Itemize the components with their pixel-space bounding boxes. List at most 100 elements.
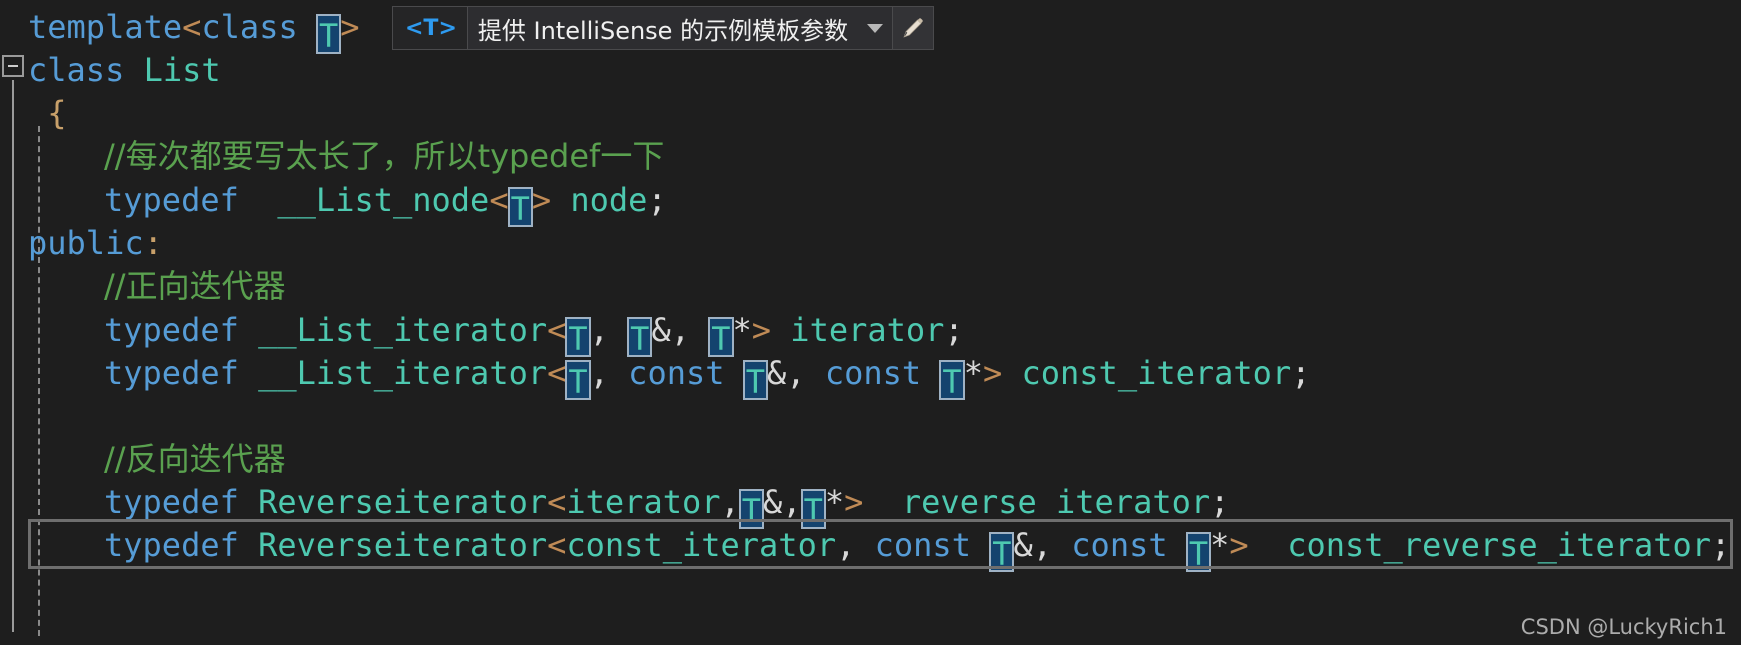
semicolon: ; [944, 311, 964, 349]
keyword-const: const [1071, 526, 1168, 564]
type-list-iterator: __List_iterator [258, 311, 548, 349]
angle-close: > [751, 311, 772, 349]
code-line-typedef-const-reverse-iterator[interactable]: typedef Reverseiterator<const_iterator, … [104, 521, 1731, 573]
angle-close: > [531, 181, 552, 219]
code-line-comment-2[interactable]: //正向迭代器 [104, 262, 286, 310]
colon: : [143, 224, 163, 262]
type-list-node: __List_node [277, 181, 490, 219]
csdn-watermark: CSDN @LuckyRich1 [1520, 615, 1727, 639]
template-param-highlight[interactable]: T [989, 532, 1015, 573]
comma: , [782, 483, 802, 521]
angle-open: < [547, 354, 567, 392]
ampersand: & [1013, 526, 1033, 564]
alias-const-iterator: const_iterator [1021, 354, 1292, 392]
template-param-highlight[interactable]: T [742, 360, 769, 401]
code-line-public[interactable]: public: [28, 219, 163, 267]
comma: , [720, 483, 740, 521]
template-param-highlight[interactable]: T [939, 360, 965, 401]
angle-open: < [489, 181, 509, 219]
angle-close: > [340, 8, 360, 46]
ampersand: & [651, 311, 671, 349]
code-line-typedef-node[interactable]: typedef __List_node<T> node; [104, 176, 667, 228]
code-line-typedef-iterator[interactable]: typedef __List_iterator<T, T&, T*> itera… [104, 306, 964, 358]
asterisk: * [732, 311, 752, 349]
comma: , [589, 311, 609, 349]
comma: , [836, 526, 856, 564]
code-line-typedef-reverse-iterator[interactable]: typedef Reverseiterator<iterator,T&,T*> … [104, 478, 1230, 530]
code-line-comment-3[interactable]: //反向迭代器 [104, 435, 286, 483]
type-list-iterator: __List_iterator [258, 354, 548, 392]
code-line-comment-1[interactable]: //每次都要写太长了，所以typedef一下 [104, 132, 664, 180]
arg-const-iterator: const_iterator [566, 526, 837, 564]
asterisk: * [824, 483, 845, 521]
alias-reverse-iterator: reverse_iterator [901, 483, 1211, 521]
comment-text: //每次都要写太长了，所以typedef一下 [104, 137, 665, 175]
semicolon: ; [1711, 526, 1731, 564]
template-param-highlight[interactable]: T [507, 187, 533, 228]
angle-close: > [1229, 526, 1249, 564]
alias-iterator: iterator [790, 311, 945, 349]
ampersand: & [763, 483, 783, 521]
keyword-typedef: typedef [104, 181, 239, 219]
keyword-typedef: typedef [104, 526, 239, 564]
keyword-const: const [824, 354, 922, 392]
code-line-typedef-const-iterator[interactable]: typedef __List_iterator<T, const T&, con… [104, 349, 1310, 401]
template-param-highlight[interactable]: T [315, 14, 342, 55]
code-line-class-list[interactable]: class List [28, 46, 221, 94]
template-param-highlight[interactable]: T [1185, 532, 1212, 573]
code-layer: template<class T> class List { //每次都要写太长… [0, 0, 1741, 645]
code-editor-screen: template<class T> class List { //每次都要写太长… [0, 0, 1741, 645]
angle-open: < [182, 8, 202, 46]
angle-open: < [547, 483, 567, 521]
type-reverse-iterator-template: Reverseiterator [258, 483, 548, 521]
chevron-down-icon[interactable] [858, 7, 892, 49]
angle-open: < [547, 311, 567, 349]
template-param-highlight[interactable]: T [565, 360, 591, 401]
comma: , [589, 354, 609, 392]
arg-iterator: iterator [566, 483, 721, 521]
tooltip-description: 提供 IntelliSense 的示例模板参数 [477, 16, 849, 45]
comma: , [1032, 526, 1053, 564]
keyword-typedef: typedef [104, 483, 239, 521]
type-list: List [143, 51, 221, 89]
keyword-typedef: typedef [104, 354, 239, 392]
angle-close: > [844, 483, 864, 521]
ampersand: & [767, 354, 787, 392]
comma: , [670, 311, 690, 349]
code-line-open-brace[interactable]: { [28, 89, 66, 137]
keyword-typedef: typedef [104, 311, 239, 349]
keyword-const: const [874, 526, 971, 564]
pencil-icon[interactable] [892, 7, 934, 49]
tooltip-tag: <T> [393, 7, 468, 49]
angle-close: > [982, 354, 1003, 392]
keyword-public: public [28, 224, 144, 262]
asterisk: * [1210, 526, 1230, 564]
type-reverse-iterator-template: Reverseiterator [258, 526, 548, 564]
intellisense-tooltip[interactable]: <T> 提供 IntelliSense 的示例模板参数 [392, 6, 935, 50]
alias-const-reverse-iterator: const_reverse_iterator [1287, 526, 1712, 564]
keyword-template: template [28, 8, 183, 46]
keyword-const: const [628, 354, 725, 392]
semicolon: ; [647, 181, 667, 219]
code-line-template[interactable]: template<class T> [28, 3, 360, 55]
semicolon: ; [1210, 483, 1230, 521]
